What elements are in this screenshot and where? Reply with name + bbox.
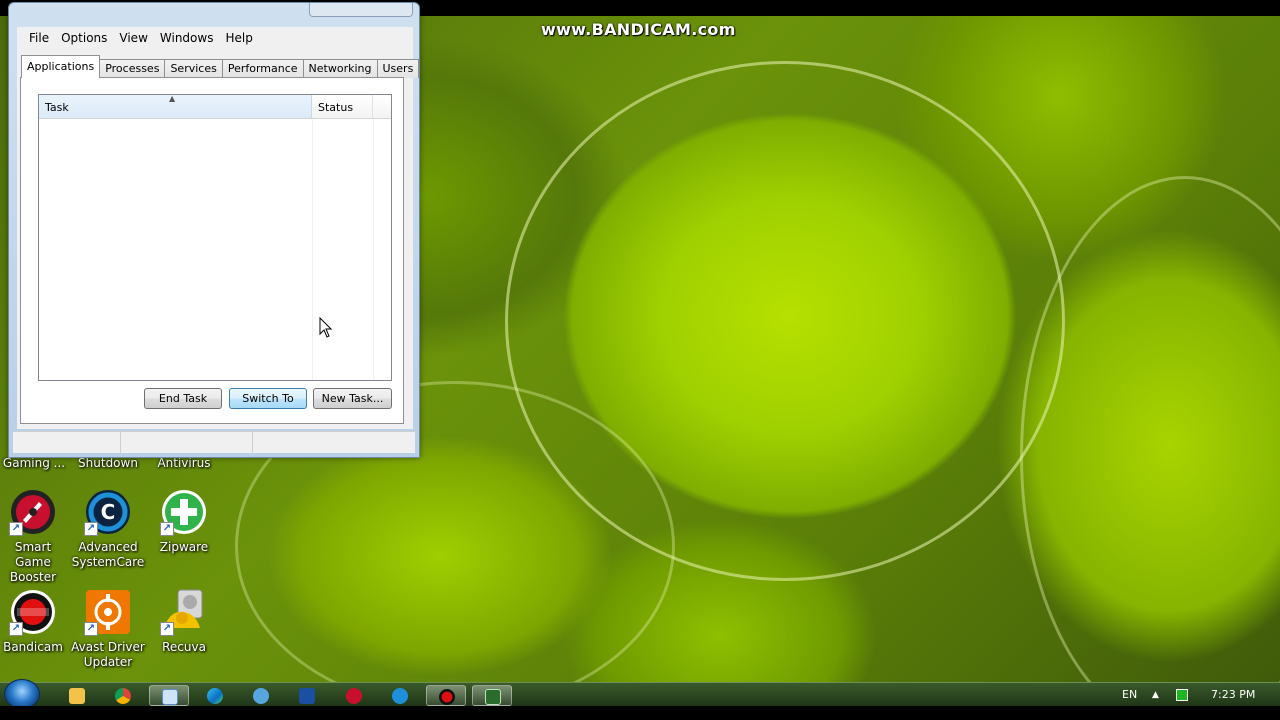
menu-windows[interactable]: Windows <box>154 29 220 47</box>
letterbox-bar <box>0 706 1280 720</box>
show-hidden-icons-icon[interactable]: ▲ <box>1152 690 1159 700</box>
menu-file[interactable]: File <box>23 29 55 47</box>
status-memory <box>253 432 415 453</box>
network-icon <box>253 688 269 704</box>
task-manager-icon <box>485 689 501 705</box>
status-bar <box>13 431 415 453</box>
taskbar-keyboard[interactable] <box>149 685 189 706</box>
status-cpu <box>121 432 253 453</box>
new-task-button[interactable]: New Task... <box>313 388 392 409</box>
taskbar-bandicam[interactable] <box>426 685 466 706</box>
tab-applications[interactable]: Applications <box>21 55 101 78</box>
desktop-icon-avast-driver-updater[interactable]: ↗ Avast Driver Updater <box>71 588 145 670</box>
column-label: Task <box>45 101 69 114</box>
column-header-task[interactable]: ▲ Task <box>39 94 312 118</box>
edge-icon <box>207 688 223 704</box>
applications-panel: ▲ Task Status End Task Switch To New Tas… <box>20 77 404 424</box>
smart-game-booster-icon <box>346 688 362 704</box>
desktop-icon-smart-game-booster[interactable]: ↗ Smart Game Booster <box>0 488 70 585</box>
taskbar-chrome[interactable] <box>103 685 143 706</box>
taskbar-file-explorer[interactable] <box>57 685 97 706</box>
menu-options[interactable]: Options <box>55 29 113 47</box>
tab-users[interactable]: Users <box>376 59 420 78</box>
bandicam-watermark: www.BANDICAM.com <box>541 20 736 39</box>
desktop-icon-bandicam[interactable]: ↗ Bandicam <box>0 588 70 655</box>
column-header-filler <box>373 95 391 118</box>
file-explorer-icon <box>69 688 85 704</box>
chrome-icon <box>115 688 131 704</box>
column-divider <box>312 119 313 380</box>
tab-performance[interactable]: Performance <box>221 59 304 78</box>
task-list-header: ▲ Task Status <box>39 94 391 119</box>
tab-strip: Applications Processes Services Performa… <box>21 55 420 78</box>
taskbar-advanced-systemcare[interactable] <box>380 685 420 706</box>
taskbar-network[interactable] <box>241 685 281 706</box>
icon-label: SystemCare <box>71 555 145 569</box>
desktop-icon-recuva[interactable]: ↗ Recuva <box>147 588 221 655</box>
sort-ascending-icon: ▲ <box>169 94 176 103</box>
icon-label: Advanced <box>78 540 138 554</box>
switch-to-button[interactable]: Switch To <box>229 388 307 409</box>
bandicam-icon: ↗ <box>9 588 57 636</box>
icon-label: Zipware <box>159 540 209 554</box>
mouse-pointer-icon <box>319 317 333 338</box>
desktop-icon-label-antivirus[interactable]: Antivirus <box>152 456 216 471</box>
tab-networking[interactable]: Networking <box>302 59 378 78</box>
column-header-status[interactable]: Status <box>312 95 373 118</box>
desktop-icon-label-shutdown[interactable]: Shutdown <box>76 456 140 471</box>
advanced-systemcare-icon <box>392 688 408 704</box>
start-orb-icon[interactable] <box>4 679 40 709</box>
window-controls[interactable] <box>309 3 413 17</box>
desktop-icon-zipware[interactable]: ↗ Zipware <box>147 488 221 555</box>
window-client-area: Applications Processes Services Performa… <box>17 49 420 429</box>
language-indicator[interactable]: EN <box>1122 688 1137 701</box>
taskbar: EN ▲ 7:23 PM <box>0 679 1280 709</box>
tray-status-icon[interactable] <box>1176 689 1188 701</box>
svg-text:C: C <box>101 500 116 524</box>
desktop-icon-advanced-systemcare[interactable]: C ↗ Advanced SystemCare <box>71 488 145 570</box>
column-divider <box>373 119 374 380</box>
icon-label: Updater <box>83 655 133 669</box>
tab-services[interactable]: Services <box>164 59 223 78</box>
task-list[interactable]: ▲ Task Status <box>38 94 392 381</box>
taskbar-task-manager[interactable] <box>472 685 512 706</box>
advanced-systemcare-icon: C ↗ <box>84 488 132 536</box>
icon-label: Booster <box>9 570 57 584</box>
task-manager-window[interactable]: File Options View Windows Help Applicati… <box>8 2 420 458</box>
icon-label: Bandicam <box>3 640 63 654</box>
bandicam-icon <box>439 689 455 705</box>
menu-bar: File Options View Windows Help <box>17 27 413 49</box>
menu-help[interactable]: Help <box>219 29 258 47</box>
taskbar-smart-game-booster[interactable] <box>334 685 374 706</box>
clock[interactable]: 7:23 PM <box>1211 688 1255 701</box>
icon-label: Smart Game <box>14 540 52 569</box>
icon-label: Avast Driver <box>71 640 145 654</box>
column-label: Status <box>318 101 354 114</box>
smart-game-booster-icon: ↗ <box>9 488 57 536</box>
zipware-icon: ↗ <box>160 488 208 536</box>
app-icon <box>299 688 315 704</box>
recuva-icon: ↗ <box>160 588 208 636</box>
keyboard-icon <box>162 689 178 705</box>
taskbar-app[interactable] <box>287 685 327 706</box>
end-task-button[interactable]: End Task <box>144 388 222 409</box>
leaf-outline <box>1020 176 1280 704</box>
avast-driver-updater-icon: ↗ <box>84 588 132 636</box>
taskbar-edge[interactable] <box>195 685 235 706</box>
desktop-icon-label-gaming[interactable]: Gaming ... <box>2 456 66 471</box>
icon-label: Recuva <box>162 640 206 654</box>
status-processes <box>13 432 121 453</box>
menu-view[interactable]: View <box>113 29 153 47</box>
tab-processes[interactable]: Processes <box>99 59 166 78</box>
